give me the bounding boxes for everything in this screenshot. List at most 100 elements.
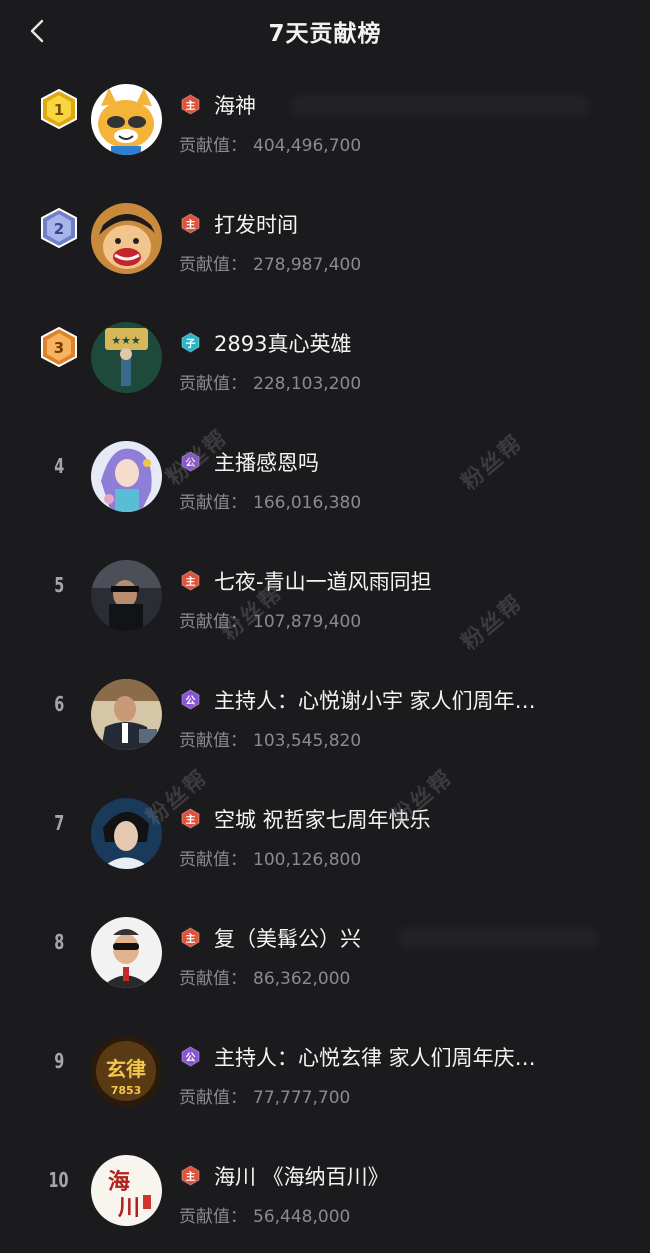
leaderboard-row[interactable]: 9 玄律 7853 公 主持人：心悦玄律 家人们周年庆… 贡献值： 77,777,700 xyxy=(0,1014,650,1133)
leaderboard-row[interactable]: 4 公 主播感恩吗贡献值： 166,016,380 xyxy=(0,419,650,538)
leaderboard-row[interactable]: 2 主 打发时间 贡献值： 278,987,400 xyxy=(0,181,650,300)
rank-cell: 10 xyxy=(36,1157,82,1203)
page-title: 7天贡献榜 xyxy=(268,21,382,47)
fan-badge-icon: 主 xyxy=(180,213,201,234)
contribution-label: 贡献值： xyxy=(179,969,247,989)
fan-badge-icon: 公 xyxy=(180,1046,201,1067)
avatar[interactable] xyxy=(91,917,162,988)
fan-badge-label: 公 xyxy=(185,1053,196,1064)
avatar[interactable] xyxy=(91,203,162,274)
man-portrait-icon xyxy=(91,798,162,869)
rank-cell: 9 xyxy=(36,1038,82,1084)
fan-badge-label: 主 xyxy=(185,934,196,945)
fan-badge-icon: 公 xyxy=(180,689,201,710)
user-name[interactable]: 2893真心英雄 xyxy=(214,328,614,358)
fan-badge-icon: 主 xyxy=(180,927,201,948)
user-name[interactable]: 空城 祝哲家七周年快乐 xyxy=(214,804,614,834)
contribution-value: 100,126,800 xyxy=(253,850,362,870)
leaderboard-row[interactable]: 6 公 主持人：心悦谢小宇 家人们周年… 贡献值： 103,545,820 xyxy=(0,657,650,776)
rank-number: 10 xyxy=(48,1168,70,1192)
contribution-label: 贡献值： xyxy=(179,850,247,870)
poster-icon: ★★★ xyxy=(91,322,162,393)
avatar[interactable]: ★★★ xyxy=(91,322,162,393)
contribution-value: 86,362,000 xyxy=(253,969,351,989)
fan-badge-icon: 主 xyxy=(180,1165,201,1186)
fan-badge-label: 主 xyxy=(185,101,196,112)
raccoon-mascot-icon xyxy=(91,84,162,155)
contribution: 贡献值： 103,545,820 xyxy=(179,726,361,751)
svg-text:海: 海 xyxy=(108,1169,130,1195)
avatar[interactable] xyxy=(91,441,162,512)
fan-badge-icon: 主 xyxy=(180,94,201,115)
fan-badge-label: 主 xyxy=(185,220,196,231)
contribution-value: 166,016,380 xyxy=(253,493,362,513)
calligraphy-icon: 海川 xyxy=(91,1155,162,1226)
contribution: 贡献值： 107,879,400 xyxy=(179,607,361,632)
rank-medal-icon: 2 xyxy=(36,205,82,251)
fan-badge-label: 主 xyxy=(185,577,196,588)
avatar[interactable] xyxy=(91,798,162,869)
header-bar: 7天贡献榜 xyxy=(0,0,650,62)
rank-cell: 6 xyxy=(36,681,82,727)
fan-badge-icon: 主 xyxy=(180,808,201,829)
rank-cell: 5 xyxy=(36,562,82,608)
rank-number: 5 xyxy=(53,573,65,597)
contribution: 贡献值： 404,496,700 xyxy=(179,131,361,156)
leaderboard-row[interactable]: 10 海川 主 海川 《海纳百川》贡献值： 56,448,000 xyxy=(0,1133,650,1252)
user-name[interactable]: 打发时间 xyxy=(214,209,614,239)
rank-medal-icon: 1 xyxy=(36,86,82,132)
contribution-value: 404,496,700 xyxy=(253,136,362,156)
contribution-label: 贡献值： xyxy=(179,374,247,394)
user-name[interactable]: 主持人：心悦谢小宇 家人们周年… xyxy=(214,685,614,715)
contribution-label: 贡献值： xyxy=(179,493,247,513)
rank-number: 8 xyxy=(53,930,65,954)
contribution-label: 贡献值： xyxy=(179,731,247,751)
anime-boy-icon xyxy=(91,203,162,274)
rank-number: 6 xyxy=(53,692,65,716)
fan-badge-icon: 主 xyxy=(180,570,201,591)
fan-badge-label: 主 xyxy=(185,1172,196,1183)
contribution-value: 228,103,200 xyxy=(253,374,362,394)
avatar[interactable] xyxy=(91,84,162,155)
svg-text:玄律: 玄律 xyxy=(106,1057,146,1081)
avatar[interactable]: 海川 xyxy=(91,1155,162,1226)
user-name[interactable]: 海川 《海纳百川》 xyxy=(214,1161,614,1191)
contribution-value: 103,545,820 xyxy=(253,731,362,751)
contribution: 贡献值： 166,016,380 xyxy=(179,488,361,513)
avatar[interactable] xyxy=(91,560,162,631)
rank-number: 9 xyxy=(53,1049,65,1073)
contribution: 贡献值： 56,448,000 xyxy=(179,1202,350,1227)
anime-girl-icon xyxy=(91,441,162,512)
fan-badge-label: 公 xyxy=(185,696,196,707)
leaderboard-row[interactable]: 1 主海神 贡献值： 404,496,700 xyxy=(0,62,650,181)
rank-medal-icon: 3 xyxy=(36,324,82,370)
user-name[interactable]: 主持人：心悦玄律 家人们周年庆… xyxy=(214,1042,614,1072)
leaderboard-row[interactable]: 7 主 空城 祝哲家七周年快乐贡献值： 100,126,800 xyxy=(0,776,650,895)
svg-text:2: 2 xyxy=(54,220,64,238)
contribution-label: 贡献值： xyxy=(179,1088,247,1108)
fan-badge-icon: 子 xyxy=(180,332,201,353)
fan-badge-label: 主 xyxy=(185,815,196,826)
fan-badge-label: 公 xyxy=(185,458,196,469)
rank-cell: 8 xyxy=(36,919,82,965)
man-photo-icon xyxy=(91,560,162,631)
contribution-value: 107,879,400 xyxy=(253,612,362,632)
svg-text:7853: 7853 xyxy=(111,1084,142,1097)
contribution-value: 278,987,400 xyxy=(253,255,362,275)
contribution-value: 56,448,000 xyxy=(253,1207,351,1227)
rank-number: 4 xyxy=(53,454,65,478)
user-name[interactable]: 主播感恩吗 xyxy=(214,447,614,477)
blurred-region xyxy=(290,94,590,116)
contribution-value: 77,777,700 xyxy=(253,1088,351,1108)
leaderboard-row[interactable]: 5 主 七夜-青山一道风雨同担贡献值： 107,879,400 xyxy=(0,538,650,657)
leaderboard-row[interactable]: 3 ★★★ 子 2893真心英雄贡献值： 228,103,200 xyxy=(0,300,650,419)
leaderboard-row[interactable]: 8 主复（美髯公）兴 贡献值： 86,362,000 xyxy=(0,895,650,1014)
svg-text:3: 3 xyxy=(54,339,64,357)
svg-text:★★★: ★★★ xyxy=(111,334,141,347)
avatar[interactable] xyxy=(91,679,162,750)
contribution-label: 贡献值： xyxy=(179,1207,247,1227)
leaderboard-list: 1 主海神 贡献值： 404,496,700 2 主打发时间 贡献值： 278,987,400… xyxy=(0,62,650,1252)
avatar[interactable]: 玄律 7853 xyxy=(91,1036,162,1107)
user-name[interactable]: 七夜-青山一道风雨同担 xyxy=(214,566,614,596)
rank-number: 7 xyxy=(53,811,65,835)
